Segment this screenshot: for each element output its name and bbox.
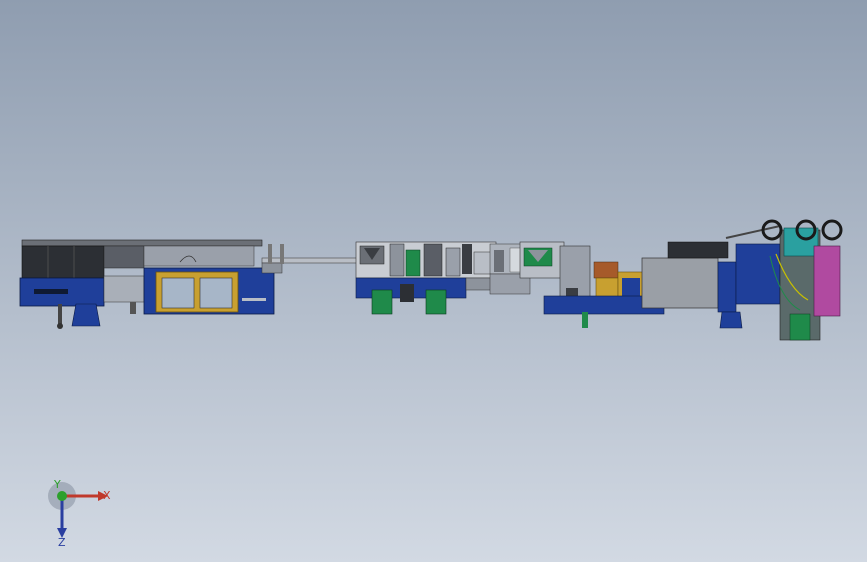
cad-viewport[interactable]: X Y Z bbox=[0, 0, 867, 562]
left-machine[interactable] bbox=[19, 239, 275, 329]
reel-station[interactable] bbox=[725, 219, 843, 341]
right-cell[interactable] bbox=[519, 241, 743, 329]
y-axis-label: Y bbox=[53, 478, 61, 491]
y-axis-dot bbox=[57, 491, 67, 501]
axis-triad: X Y Z bbox=[48, 478, 111, 548]
x-axis-label: X bbox=[103, 489, 111, 502]
conveyor-bridge[interactable] bbox=[261, 244, 361, 274]
center-stations[interactable] bbox=[355, 241, 497, 315]
assembly-model[interactable] bbox=[0, 0, 867, 562]
z-axis-label: Z bbox=[58, 536, 66, 548]
